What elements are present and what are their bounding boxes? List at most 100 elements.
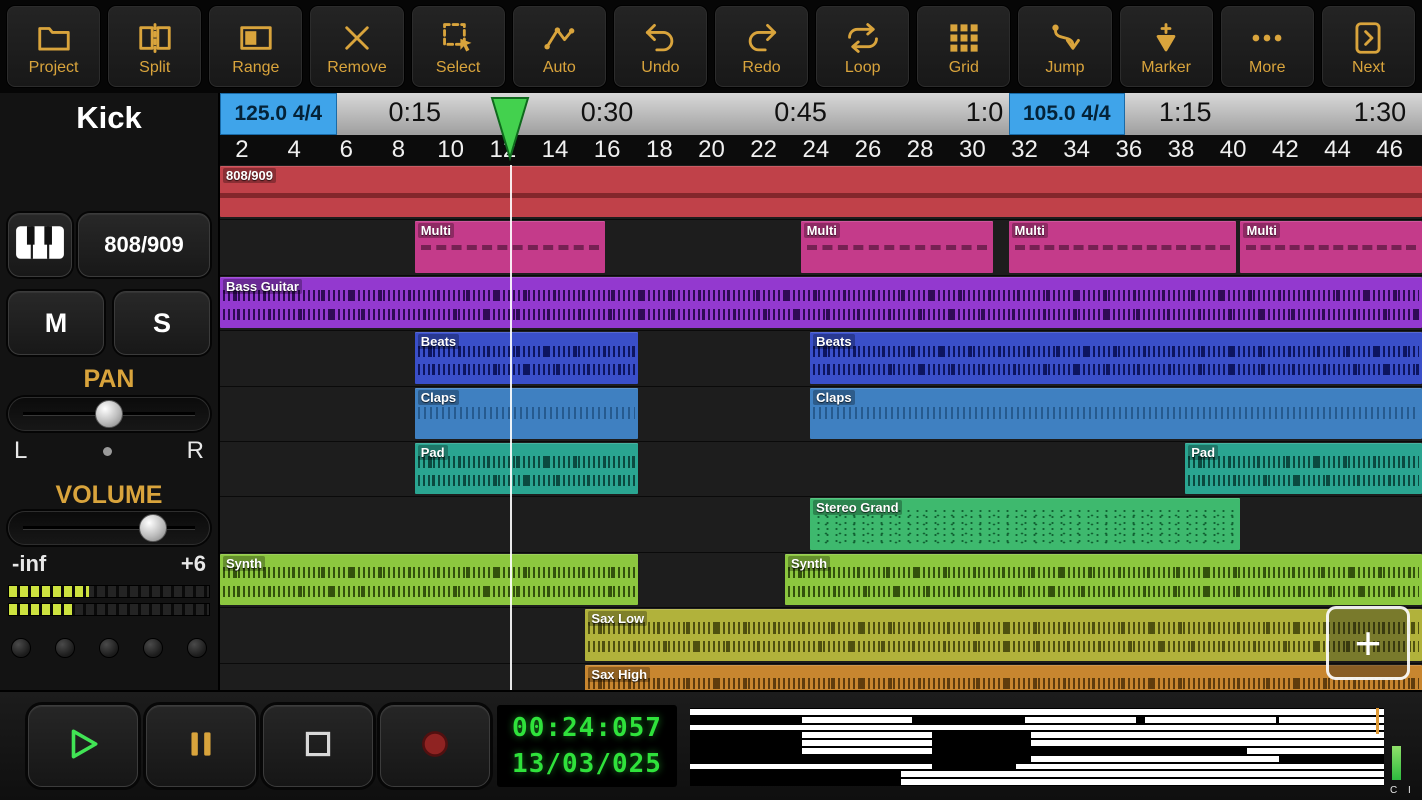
grid-icon: [944, 17, 984, 59]
undo-icon: [640, 17, 680, 59]
clip-pad[interactable]: Pad: [1185, 442, 1422, 495]
play-button[interactable]: [28, 705, 138, 787]
overview-block: [1279, 716, 1384, 723]
clip-multi[interactable]: Multi: [800, 221, 993, 273]
toolbar-button-label: Select: [435, 58, 481, 76]
toolbar-button-label: Undo: [641, 58, 680, 76]
stop-button[interactable]: [263, 705, 373, 787]
overview-row: [690, 755, 1384, 763]
overview-row: [690, 731, 1384, 739]
volume-slider[interactable]: [8, 511, 210, 545]
pause-button[interactable]: [146, 705, 256, 787]
clip-beats[interactable]: Beats: [810, 332, 1422, 384]
overview-block: [690, 709, 1384, 715]
toolbar-button-grid[interactable]: Grid: [916, 5, 1012, 88]
tracks-area: + 808/909 Multi Multi Multi Multi Bass Guitar…: [220, 165, 1422, 690]
toolbar-button-more[interactable]: More: [1219, 5, 1315, 88]
clip-label: Claps: [813, 389, 855, 405]
overview-block: [900, 771, 1384, 778]
playhead-marker[interactable]: [490, 95, 530, 162]
overview-block: [802, 747, 932, 754]
tempo-marker[interactable]: 105.0 4/4: [1008, 93, 1126, 135]
clip-multi[interactable]: Multi: [1240, 221, 1422, 273]
toolbar-button-label: Loop: [844, 58, 881, 76]
bar-ruler[interactable]: 2 4 6 8 10 12 14 16 18 20 22 24 26 28 30 32 34 36 38 40 42 44…: [220, 135, 1422, 165]
time-label: 1:0: [965, 97, 1004, 127]
level-meter-right: [8, 603, 210, 616]
overview-block: [1016, 763, 1384, 770]
clip-label: Multi: [417, 223, 455, 239]
toolbar-button-select[interactable]: Select: [410, 5, 506, 88]
clip-beats[interactable]: Beats: [414, 332, 639, 384]
clip-808-909[interactable]: 808/909: [220, 166, 1422, 218]
volume-knob[interactable]: [139, 514, 167, 542]
solo-button[interactable]: S: [114, 291, 210, 355]
volume-scale: -inf +6: [12, 551, 206, 577]
toolbar-button-split[interactable]: Split: [107, 5, 203, 88]
overview-block: [1030, 740, 1384, 746]
clip-stereo-grand[interactable]: Stereo Grand: [810, 498, 1241, 550]
redo-icon: [742, 17, 782, 59]
auto-icon: [539, 17, 579, 59]
toolbar-button-next[interactable]: Next: [1320, 5, 1416, 88]
instrument-picker-button[interactable]: [8, 213, 72, 277]
bar-number: 6: [339, 136, 354, 163]
jump-icon: [1045, 17, 1085, 59]
clip-claps[interactable]: Claps: [810, 387, 1422, 439]
pan-slider[interactable]: [8, 397, 210, 431]
overview-row: [690, 778, 1384, 786]
indicator-knob: [11, 638, 31, 658]
time-label: 1:30: [1353, 97, 1407, 127]
toolbar-button-label: Project: [28, 58, 79, 76]
pan-knob[interactable]: [95, 400, 123, 428]
time-ruler[interactable]: 0:15 0:30 0:45 1:0 1:15 1:30 125.0 4/4 105.0 4/…: [220, 93, 1422, 135]
toolbar-button-label: Marker: [1141, 58, 1191, 76]
track-row-claps: Claps Claps: [220, 387, 1422, 442]
tempo-marker[interactable]: 125.0 4/4: [220, 93, 337, 135]
bar-number: 8: [391, 136, 406, 163]
clip-multi[interactable]: Multi: [1008, 221, 1236, 273]
toolbar-button-label: Auto: [542, 58, 576, 76]
select-icon: [438, 17, 478, 59]
mute-button[interactable]: M: [8, 291, 104, 355]
toolbar-button-auto[interactable]: Auto: [511, 5, 607, 88]
marker-icon: [1146, 17, 1186, 59]
playhead-line[interactable]: [509, 165, 512, 690]
mute-solo-row: M S: [8, 291, 210, 355]
clip-claps[interactable]: Claps: [414, 387, 639, 439]
clip-label: Multi: [1011, 223, 1048, 239]
overview-block: [1145, 716, 1277, 723]
bar-number: 2: [235, 136, 249, 163]
clip-sax-high[interactable]: Sax High: [585, 664, 1422, 690]
arrangement-overview[interactable]: [690, 708, 1384, 786]
level-meters: [8, 585, 210, 621]
overview-block: [802, 732, 932, 739]
record-icon: [416, 725, 454, 768]
clip-label: Claps: [417, 389, 460, 405]
transport-bar: 00:24:057 13/03/025 C I: [0, 690, 1422, 800]
toolbar-button-remove[interactable]: Remove: [309, 5, 405, 88]
overview-row: [690, 708, 1384, 716]
add-track-button[interactable]: +: [1326, 606, 1410, 680]
toolbar-button-undo[interactable]: Undo: [612, 5, 708, 88]
clip-synth[interactable]: Synth: [220, 553, 639, 606]
toolbar-button-redo[interactable]: Redo: [713, 5, 810, 88]
toolbar-button-range[interactable]: Range: [208, 5, 304, 88]
time-label: 0:30: [580, 97, 634, 127]
instrument-name-button[interactable]: 808/909: [78, 213, 210, 277]
volume-groove: [23, 526, 195, 529]
bar-number: 40: [1219, 136, 1247, 163]
date-display: 13/03/025: [512, 749, 662, 779]
toolbar-button-loop[interactable]: Loop: [815, 5, 911, 88]
toolbar-button-marker[interactable]: Marker: [1118, 5, 1214, 88]
toolbar-button-project[interactable]: Project: [6, 5, 102, 88]
clip-synth[interactable]: Synth: [784, 553, 1422, 606]
volume-max-label: +6: [180, 551, 206, 576]
clip-sax-low[interactable]: Sax Low: [585, 609, 1422, 661]
overview-block: [802, 716, 913, 723]
record-button[interactable]: [380, 705, 490, 787]
toolbar-button-jump[interactable]: Jump: [1017, 5, 1113, 88]
clip-pad[interactable]: Pad: [414, 442, 639, 495]
bar-number: 4: [287, 136, 301, 163]
clip-bass-guitar[interactable]: Bass Guitar: [220, 276, 1422, 329]
